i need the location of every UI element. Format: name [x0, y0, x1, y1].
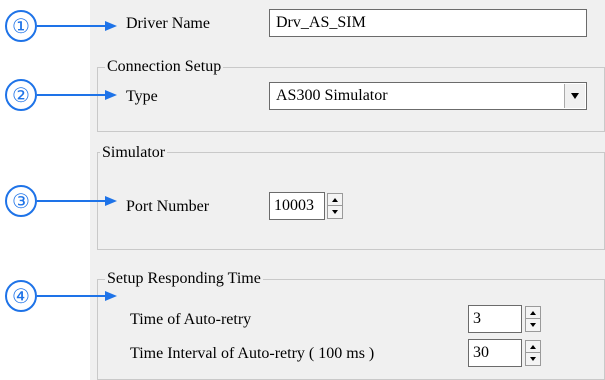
- spin-down-button[interactable]: [526, 319, 540, 331]
- spin-down-button[interactable]: [328, 206, 342, 218]
- port-number-label: Port Number: [126, 198, 210, 215]
- spin-up-button[interactable]: [526, 307, 540, 319]
- retry-interval-spinner[interactable]: [525, 340, 541, 366]
- type-select[interactable]: AS300 Simulator: [269, 82, 587, 110]
- callout-arrow-2-icon: [37, 90, 117, 100]
- spin-up-button[interactable]: [328, 194, 342, 206]
- arrow-up-icon: [530, 344, 536, 349]
- retry-interval-label: Time Interval of Auto-retry ( 100 ms ): [130, 345, 375, 362]
- callout-arrow-3-icon: [37, 196, 117, 206]
- type-label: Type: [126, 88, 158, 105]
- auto-retry-spinner[interactable]: [525, 306, 541, 332]
- arrow-down-icon: [530, 357, 536, 361]
- callout-badge-2: ②: [5, 79, 37, 111]
- driver-name-label: Driver Name: [126, 15, 210, 32]
- simulator-title: Simulator: [100, 144, 168, 162]
- arrow-down-icon: [332, 210, 338, 214]
- port-number-input[interactable]: 10003: [269, 192, 325, 220]
- spin-up-button[interactable]: [526, 341, 540, 353]
- callout-badge-4: ④: [5, 280, 37, 312]
- arrow-down-icon: [530, 323, 536, 327]
- chevron-down-icon: [571, 93, 579, 99]
- driver-name-input[interactable]: Drv_AS_SIM: [269, 9, 587, 37]
- callout-arrow-4-icon: [37, 291, 117, 301]
- connection-setup-title: Connection Setup: [105, 58, 224, 76]
- port-number-spinner[interactable]: [327, 193, 343, 219]
- retry-interval-input[interactable]: 30: [468, 339, 522, 367]
- arrow-up-icon: [332, 197, 338, 202]
- callout-badge-3: ③: [5, 185, 37, 217]
- auto-retry-label: Time of Auto-retry: [130, 311, 252, 328]
- type-select-value: AS300 Simulator: [276, 87, 388, 104]
- arrow-up-icon: [530, 310, 536, 315]
- responding-time-title: Setup Responding Time: [105, 270, 263, 288]
- callout-badge-1: ①: [5, 10, 37, 42]
- dropdown-arrow-button[interactable]: [564, 84, 585, 108]
- auto-retry-input[interactable]: 3: [468, 305, 522, 333]
- spin-down-button[interactable]: [526, 353, 540, 365]
- callout-arrow-1-icon: [37, 21, 117, 31]
